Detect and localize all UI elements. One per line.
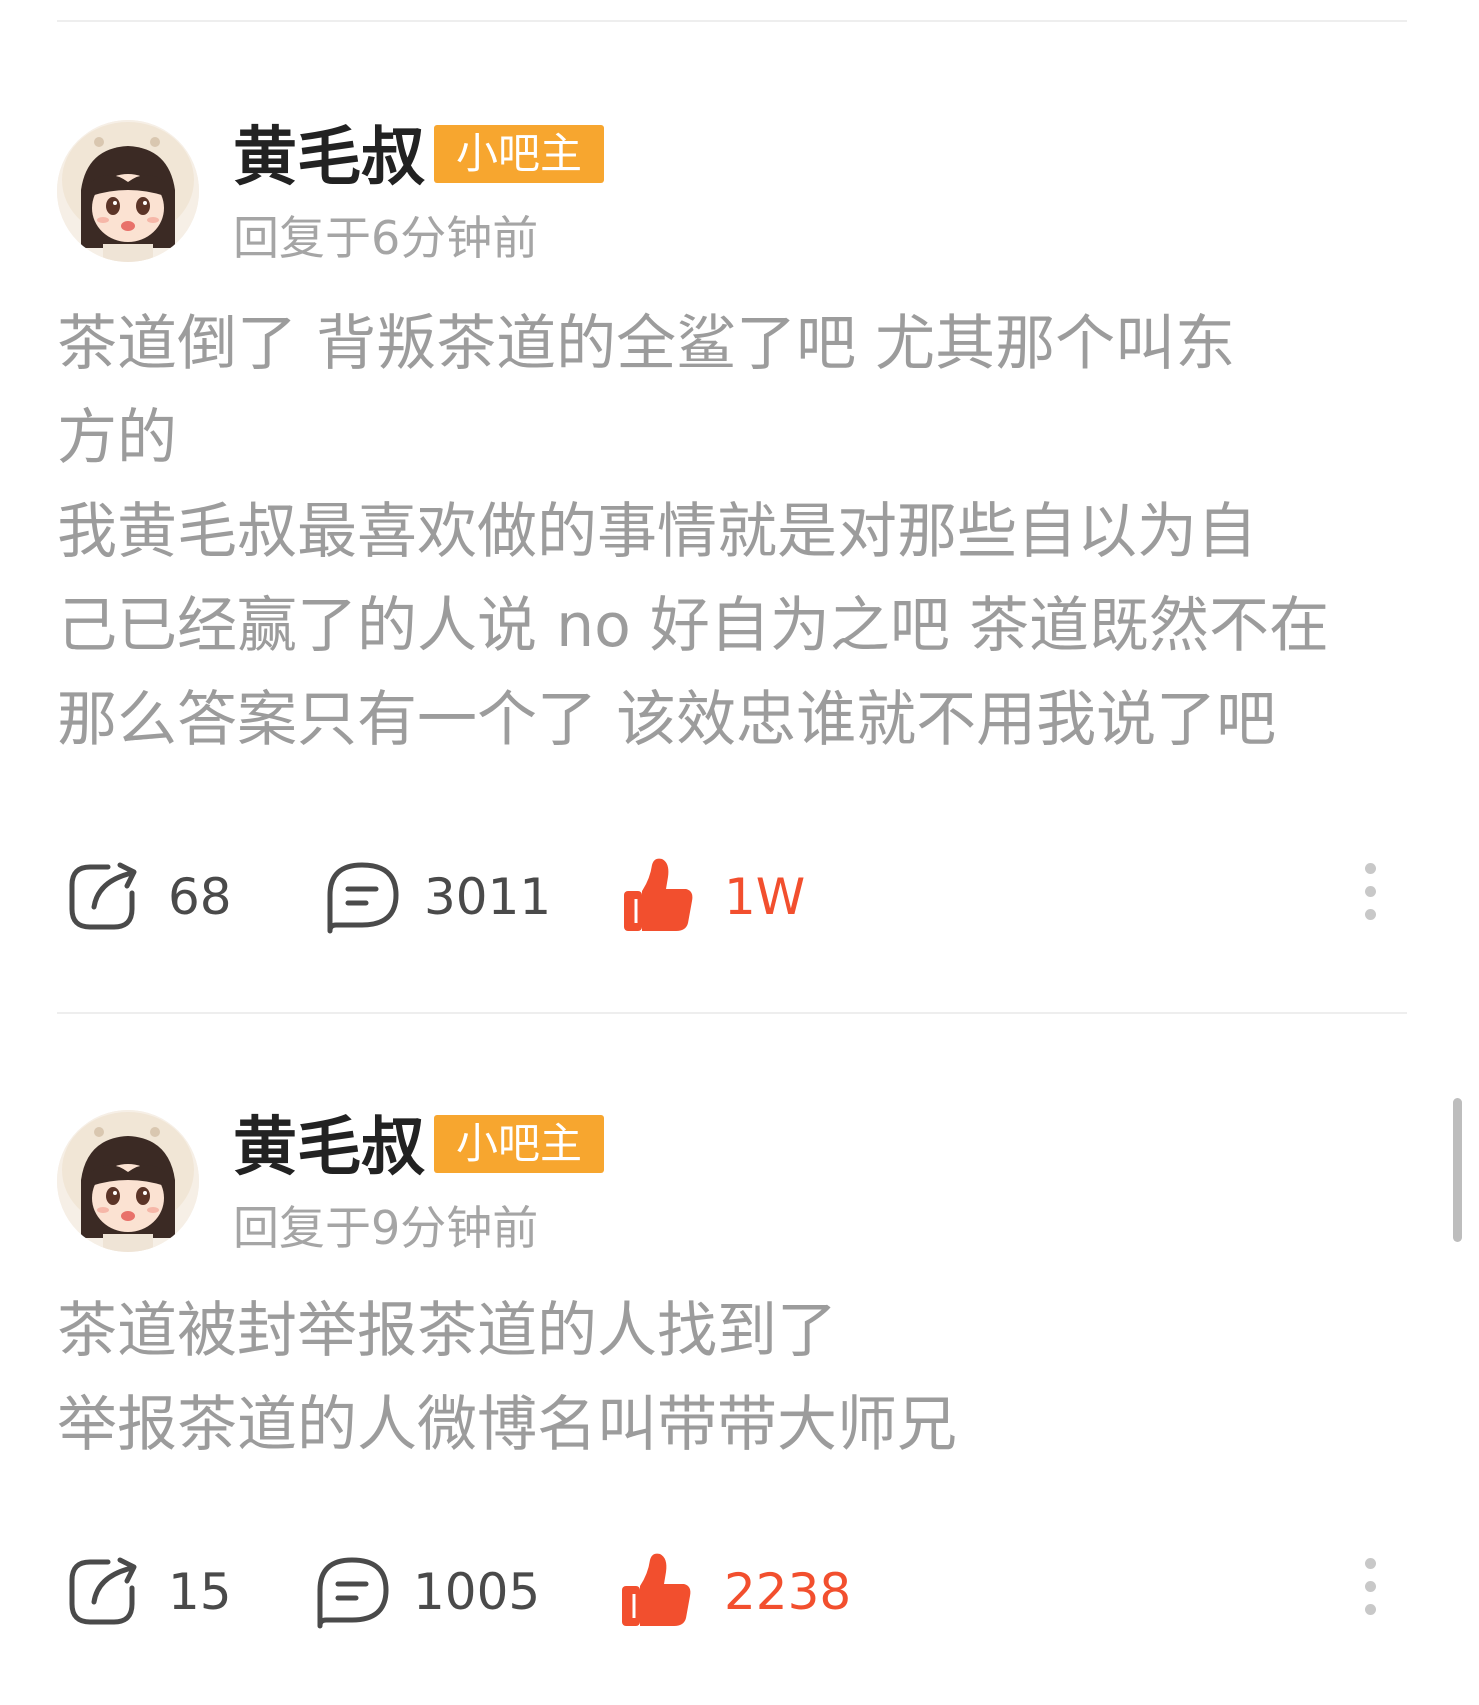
content-line: 那么答案只有一个了 该效忠谁就不用我说了吧 (57, 685, 1277, 755)
content-line: 己已经赢了的人说 no 好自为之吧 茶道既然不在 (57, 591, 1329, 661)
comment-count: 3011 (424, 868, 552, 926)
post-content: 茶道被封举报茶道的人找到了 举报茶道的人微博名叫带带大师兄 (57, 1284, 1417, 1472)
comment-bubble-icon[interactable] (312, 1552, 392, 1632)
content-line: 我黄毛叔最喜欢做的事情就是对那些自以为自 (57, 497, 1257, 567)
post-divider (57, 1012, 1407, 1014)
more-vertical-icon[interactable] (1355, 1552, 1385, 1632)
content-line: 举报茶道的人微博名叫带带大师兄 (57, 1390, 957, 1460)
share-count: 15 (168, 1563, 232, 1621)
thumbs-up-icon[interactable] (622, 857, 702, 937)
like-count: 1W (724, 868, 806, 926)
share-arrow-icon[interactable] (64, 857, 144, 937)
moderator-badge: 小吧主 (434, 1115, 605, 1173)
action-bar: 68 3011 1W (0, 857, 1479, 947)
scrollbar[interactable] (1453, 1098, 1462, 1242)
username[interactable]: 黄毛叔 (233, 1113, 425, 1183)
content-line: 茶道倒了 背叛茶道的全鲨了吧 尤其那个叫东 (57, 309, 1236, 379)
share-arrow-icon[interactable] (64, 1552, 144, 1632)
reply-time: 回复于9分钟前 (233, 1201, 539, 1255)
moderator-badge: 小吧主 (434, 125, 605, 183)
comment-bubble-icon[interactable] (322, 857, 402, 937)
top-divider (57, 20, 1407, 22)
comment-count: 1005 (413, 1563, 541, 1621)
username[interactable]: 黄毛叔 (233, 123, 425, 193)
content-line: 茶道被封举报茶道的人找到了 (57, 1296, 837, 1366)
avatar[interactable] (57, 120, 199, 262)
share-count: 68 (168, 868, 232, 926)
like-count: 2238 (724, 1563, 852, 1621)
content-line: 方的 (57, 403, 177, 473)
more-vertical-icon[interactable] (1355, 857, 1385, 937)
action-bar: 15 1005 2238 (0, 1552, 1479, 1642)
thumbs-up-icon[interactable] (620, 1552, 700, 1632)
reply-time: 回复于6分钟前 (233, 211, 539, 265)
post-content: 茶道倒了 背叛茶道的全鲨了吧 尤其那个叫东 方的 我黄毛叔最喜欢做的事情就是对那… (57, 297, 1417, 767)
avatar[interactable] (57, 1110, 199, 1252)
